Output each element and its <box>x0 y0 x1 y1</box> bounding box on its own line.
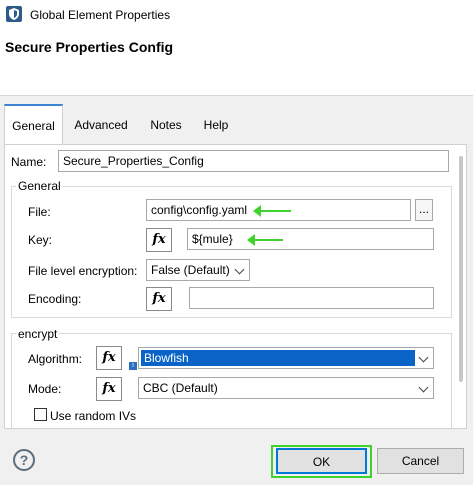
tab-label: Notes <box>150 118 182 132</box>
name-label: Name: <box>11 155 47 169</box>
dialog-title: Secure Properties Config <box>5 39 174 55</box>
tab-help[interactable]: Help <box>194 105 238 145</box>
help-icon[interactable]: ? <box>13 449 35 471</box>
tab-label: General <box>12 119 55 133</box>
info-icon: i <box>129 362 137 370</box>
green-arrow <box>253 205 291 217</box>
select-value: Blowfish <box>141 350 415 366</box>
title-bar: Global Element Properties <box>0 0 473 30</box>
tab-advanced[interactable]: Advanced <box>66 105 136 145</box>
fx-icon[interactable]: fx <box>96 346 122 370</box>
file-label: File: <box>28 205 51 219</box>
algorithm-select[interactable]: Blowfish <box>138 347 434 369</box>
browse-button[interactable]: ... <box>415 199 433 221</box>
random-ivs-checkbox[interactable] <box>34 408 47 421</box>
file-encryption-select[interactable]: False (Default) <box>146 259 250 281</box>
encoding-label: Encoding: <box>28 292 82 306</box>
key-label: Key: <box>28 233 53 247</box>
tab-label: Advanced <box>74 118 128 132</box>
window-title: Global Element Properties <box>30 8 171 22</box>
mode-label: Mode: <box>28 382 62 396</box>
key-field[interactable]: ${mule} <box>187 228 434 250</box>
ok-button[interactable]: OK <box>276 448 367 474</box>
chevron-down-icon <box>234 264 245 275</box>
tab-notes[interactable]: Notes <box>141 105 191 145</box>
encrypt-group-title: encrypt <box>16 327 60 341</box>
file-encryption-label: File level encryption: <box>28 264 138 278</box>
random-ivs-label: Use random IVs <box>50 409 137 423</box>
green-arrow <box>247 234 283 246</box>
tab-label: Help <box>203 118 229 132</box>
cancel-button[interactable]: Cancel <box>377 448 464 474</box>
select-value: CBC (Default) <box>143 381 218 395</box>
chevron-down-icon <box>418 352 429 363</box>
dialog-header: Secure Properties Config <box>0 30 473 96</box>
vertical-scrollbar[interactable] <box>459 156 465 382</box>
select-value: False (Default) <box>151 263 230 277</box>
fx-icon[interactable]: fx <box>146 287 172 311</box>
fx-icon[interactable]: fx <box>96 377 122 401</box>
shield-icon <box>6 6 22 22</box>
chevron-down-icon <box>418 382 429 393</box>
tab-general[interactable]: General <box>4 104 63 144</box>
name-field[interactable]: Secure_Properties_Config <box>58 150 449 172</box>
encoding-field[interactable] <box>189 287 434 309</box>
fx-icon[interactable]: fx <box>146 228 172 252</box>
scrollbar-thumb[interactable] <box>459 156 463 382</box>
algorithm-label: Algorithm: <box>28 352 83 366</box>
general-group-title: General <box>16 179 63 193</box>
mode-select[interactable]: CBC (Default) <box>138 377 434 399</box>
